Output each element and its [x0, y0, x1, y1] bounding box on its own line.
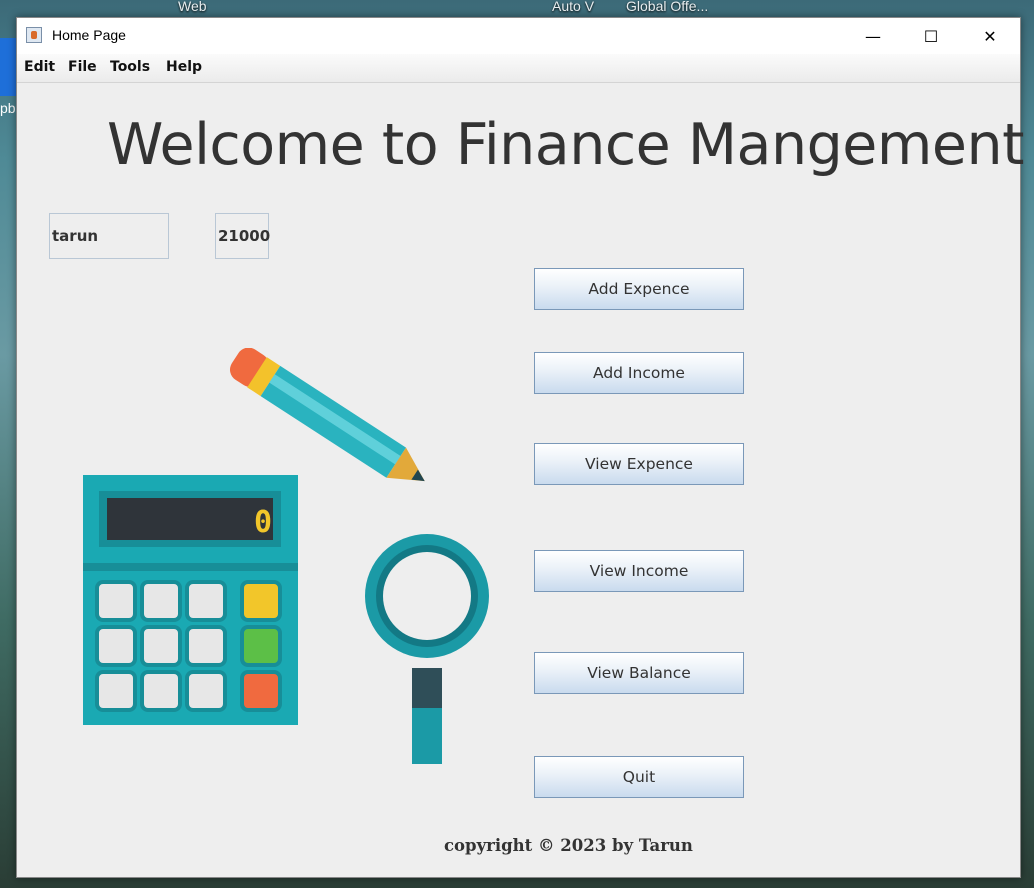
add-income-button[interactable]: Add Income — [534, 352, 744, 394]
desktop-label-auto[interactable]: Auto V — [552, 0, 594, 14]
add-expence-button[interactable]: Add Expence — [534, 268, 744, 310]
menu-tools[interactable]: Tools — [110, 59, 150, 75]
desktop-label-global-offers[interactable]: Global Offe... — [626, 0, 708, 14]
app-window: Home Page — ☐ ✕ Edit File Tools Help Wel… — [16, 17, 1024, 878]
desktop-icon-label: pb — [0, 100, 16, 116]
view-balance-button[interactable]: View Balance — [534, 652, 744, 694]
minimize-icon: — — [865, 26, 881, 46]
minimize-button[interactable]: — — [844, 18, 902, 54]
copyright-text: copyright © 2023 by Tarun — [444, 836, 693, 855]
menu-help[interactable]: Help — [166, 59, 202, 75]
title-bar[interactable]: Home Page — ☐ ✕ — [17, 18, 1020, 54]
window-title: Home Page — [52, 27, 126, 43]
quit-button[interactable]: Quit — [534, 756, 744, 798]
menu-file[interactable]: File — [68, 59, 97, 75]
calculator-icon: 0 — [83, 475, 298, 725]
close-icon: ✕ — [983, 26, 997, 46]
java-app-icon — [26, 27, 42, 43]
maximize-button[interactable]: ☐ — [902, 18, 960, 54]
magnifier-icon — [365, 534, 489, 764]
user-name-label: tarun — [49, 213, 169, 259]
finance-illustration: 0 — [83, 348, 489, 764]
maximize-icon: ☐ — [923, 26, 939, 46]
menu-bar: Edit File Tools Help — [17, 54, 1020, 83]
pencil-icon — [229, 348, 425, 482]
menu-edit[interactable]: Edit — [24, 59, 55, 75]
page-title: Welcome to Finance Mangement — [107, 112, 1024, 178]
calculator-display: 0 — [254, 505, 272, 540]
desktop-label-web[interactable]: Web — [178, 0, 207, 14]
view-income-button[interactable]: View Income — [534, 550, 744, 592]
dropbox-icon[interactable] — [0, 38, 17, 96]
balance-label: 21000 — [215, 213, 270, 259]
close-button[interactable]: ✕ — [961, 18, 1019, 54]
view-expence-button[interactable]: View Expence — [534, 443, 744, 485]
